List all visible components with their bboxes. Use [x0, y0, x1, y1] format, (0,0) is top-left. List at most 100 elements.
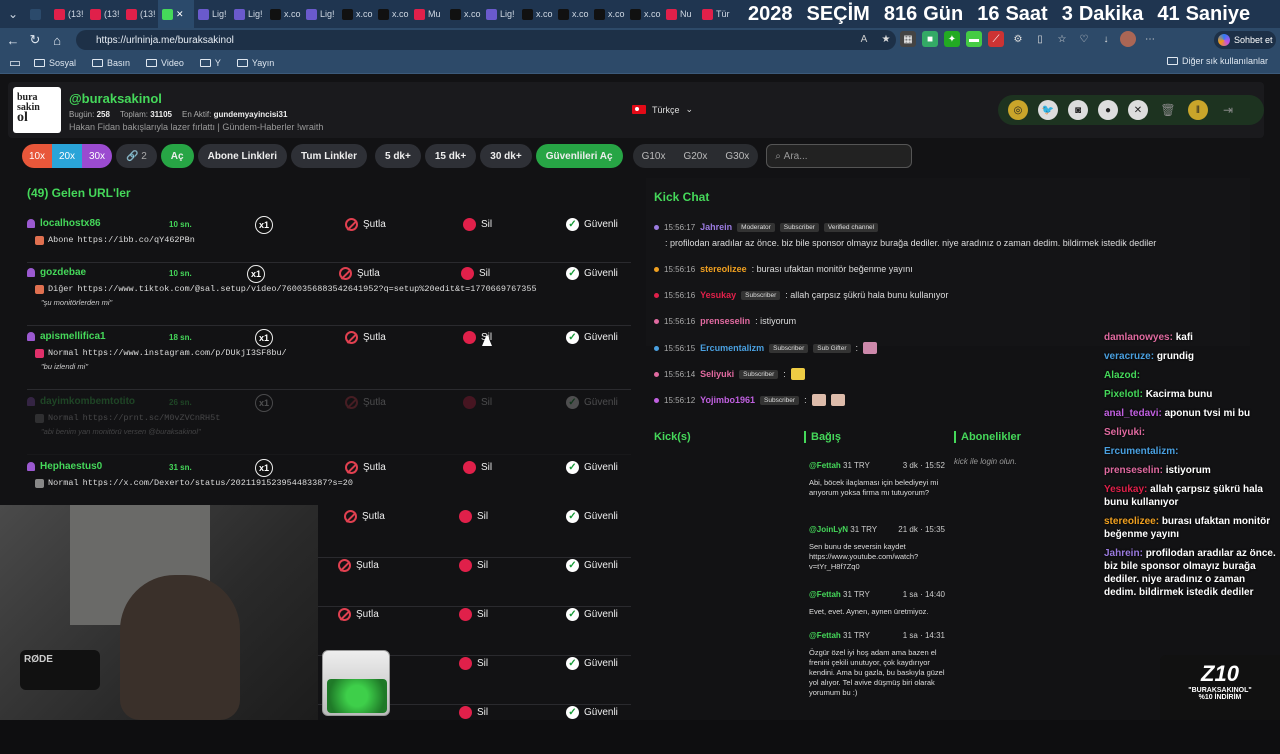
sidebar-toggle-icon[interactable]: ▭ [4, 52, 26, 74]
delete-button[interactable]: Sil [461, 267, 490, 280]
delete-button[interactable]: Sil [463, 218, 492, 231]
safe-button[interactable]: ✓ Güvenli [566, 706, 618, 719]
safe-button[interactable]: ✓ Güvenli [566, 510, 618, 523]
puzzle-icon[interactable]: ⚙ [1010, 31, 1026, 47]
donor-name[interactable]: @JoinLyN [809, 525, 848, 534]
url-field[interactable]: https://urlninja.me/buraksakinol [76, 30, 896, 50]
safe-button[interactable]: ✓ Güvenli [566, 267, 618, 280]
chat-username[interactable]: prenseselin [700, 316, 750, 326]
g30x-button[interactable]: G30x [716, 144, 758, 168]
bookmark-folder-video[interactable]: Video [146, 58, 184, 68]
browser-tab[interactable]: Lig! [302, 0, 338, 28]
ban-button[interactable]: Şutla [338, 559, 379, 572]
open-button[interactable]: Aç [160, 144, 194, 168]
subscriber-links-button[interactable]: Abone Linkleri [197, 144, 288, 168]
pause-icon[interactable]: ‖ [1188, 100, 1208, 120]
delete-button[interactable]: Sil [459, 657, 488, 670]
bookmark-folder-basin[interactable]: Basın [92, 58, 130, 68]
ban-button[interactable]: Şutla [344, 510, 385, 523]
filter-15min-button[interactable]: 15 dk+ [424, 144, 477, 168]
url-submitter[interactable]: localhostx86 [27, 218, 101, 229]
browser-tab[interactable]: Lig! [194, 0, 230, 28]
read-aloud-icon[interactable]: A [856, 31, 872, 47]
delete-button[interactable]: Sil [459, 706, 488, 719]
delete-button[interactable]: Sil [459, 608, 488, 621]
all-links-button[interactable]: Tum Linkler [291, 144, 367, 168]
chat-username[interactable]: stereolizee [700, 264, 747, 274]
ban-button[interactable]: Şutla [345, 331, 386, 344]
avatar[interactable] [1120, 31, 1136, 47]
browser-tab[interactable]: x.co [554, 0, 590, 28]
mult-20x-button[interactable]: 20x [52, 144, 82, 168]
filter-30min-button[interactable]: 30 dk+ [480, 144, 532, 168]
safe-button[interactable]: ✓ Güvenli [566, 559, 618, 572]
safe-button[interactable]: ✓ Güvenli [566, 608, 618, 621]
favorites-icon[interactable]: ☆ [1054, 31, 1070, 47]
browser-tab[interactable]: x.co [446, 0, 482, 28]
donor-name[interactable]: @Fettah [809, 461, 841, 470]
back-icon[interactable]: ← [2, 29, 24, 51]
ban-button[interactable]: Şutla [339, 267, 380, 280]
url-submitter[interactable]: dayimkombemtotito [27, 396, 135, 407]
filter-5min-button[interactable]: 5 dk+ [374, 144, 421, 168]
delete-button[interactable]: Sil [459, 510, 488, 523]
mult-30x-button[interactable]: 30x [82, 144, 112, 168]
browser-tab[interactable]: Mu [410, 0, 446, 28]
safe-button[interactable]: ✓ Güvenli [566, 331, 618, 344]
browser-tab[interactable]: (13! [50, 0, 86, 28]
browser-tab[interactable]: x.co [338, 0, 374, 28]
donor-name[interactable]: @Fettah [809, 590, 841, 599]
bookmark-folder-sosyal[interactable]: Sosyal [34, 58, 76, 68]
browser-tab[interactable]: x.co [374, 0, 410, 28]
search-input[interactable]: ⌕ Ara... [766, 144, 913, 168]
url-link[interactable]: Normal https://x.com/Dexerto/status/20211… [35, 478, 353, 488]
bookmark-folder-yayin[interactable]: Yayın [236, 58, 274, 68]
url-link[interactable]: Diğer https://www.tiktok.com/@sal.setup/v… [35, 284, 537, 294]
chat-username[interactable]: Yesukay [700, 290, 736, 300]
refresh-icon[interactable]: ↻ [24, 29, 46, 51]
safe-button[interactable]: ✓ Güvenli [566, 396, 618, 409]
browser-tab[interactable]: (13! [86, 0, 122, 28]
kick-icon[interactable]: ◎ [1008, 100, 1028, 120]
browser-tab[interactable]: ✕ [158, 0, 194, 28]
home-icon[interactable]: ⌂ [46, 29, 68, 51]
extension-icon[interactable]: ■ [922, 31, 938, 47]
browser-tab[interactable]: x.co [626, 0, 662, 28]
tab-actions-icon[interactable]: ⌄ [0, 0, 26, 28]
delete-button[interactable]: Sil [463, 396, 492, 409]
mult-10x-button[interactable]: 10x [22, 144, 52, 168]
extension-icon[interactable]: ▬ [966, 31, 982, 47]
collections-icon[interactable]: ♡ [1076, 31, 1092, 47]
browser-tab[interactable]: Lig! [482, 0, 518, 28]
language-select[interactable]: Türkçe ⌄ [632, 104, 693, 115]
x-icon[interactable]: ✕ [1128, 100, 1148, 120]
g10x-button[interactable]: G10x [633, 144, 675, 168]
link-count[interactable]: 🔗 2 [116, 144, 157, 168]
copilot-button[interactable]: Sohbet et [1214, 31, 1276, 49]
other-favorites[interactable]: Diğer sık kullanılanlar [1166, 56, 1268, 66]
split-screen-icon[interactable]: ▯ [1032, 31, 1048, 47]
channel-username[interactable]: @buraksakinol [69, 91, 162, 106]
open-safe-button[interactable]: Güvenlileri Aç [535, 144, 623, 168]
chat-username[interactable]: Jahrein [700, 222, 732, 232]
g20x-button[interactable]: G20x [674, 144, 716, 168]
extension-icon[interactable]: ▦ [900, 31, 916, 47]
url-submitter[interactable]: gozdebae [27, 267, 86, 278]
browser-tab[interactable]: x.co [590, 0, 626, 28]
ban-button[interactable]: Şutla [345, 461, 386, 474]
safe-button[interactable]: ✓ Güvenli [566, 461, 618, 474]
menu-icon[interactable]: ⋯ [1142, 31, 1158, 47]
url-link[interactable]: Normal https://www.instagram.com/p/DUkjI3… [35, 348, 287, 358]
twitter-icon[interactable]: 🐦 [1038, 100, 1058, 120]
logout-icon[interactable]: ⇥ [1218, 100, 1238, 120]
donor-name[interactable]: @Fettah [809, 631, 841, 640]
browser-tab[interactable]: Nu [662, 0, 698, 28]
ban-button[interactable]: Şutla [338, 608, 379, 621]
trash-icon[interactable]: 🗑 [1158, 100, 1178, 120]
delete-button[interactable]: Sil [463, 461, 492, 474]
extension-icon[interactable]: ✦ [944, 31, 960, 47]
browser-tab[interactable]: (13! [122, 0, 158, 28]
close-icon[interactable]: ✕ [176, 9, 184, 20]
chat-username[interactable]: Seliyuki [700, 369, 734, 379]
reddit-icon[interactable]: ● [1098, 100, 1118, 120]
